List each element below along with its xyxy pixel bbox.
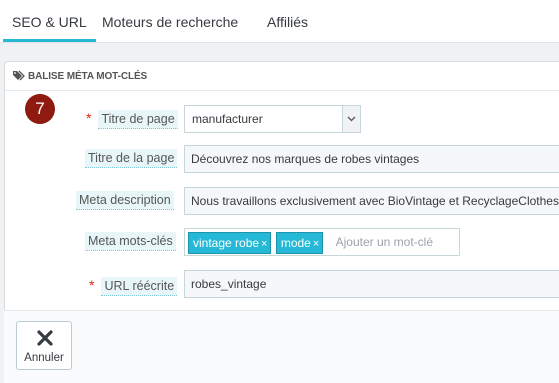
cancel-button[interactable]: Annuler [16,321,72,370]
required-marker: * [86,110,92,126]
page-title-value: Découvrez nos marques de robes vintages [191,152,420,166]
step-badge: 7 [25,94,55,124]
meta-keywords-input[interactable]: vintage robe × mode × Ajouter un mot-clé [184,228,460,256]
chevron-down-icon[interactable] [342,106,360,132]
page-title-input[interactable]: Découvrez nos marques de robes vintages [184,145,559,173]
page-title-label: Titre de la page [85,149,178,168]
page-title-select-label: * Titre de page [86,109,178,129]
panel-title: BALISE MÉTA MOT-CLÉS [28,71,148,82]
meta-description-value: Nous travaillons exclusivement avec BioV… [191,194,559,208]
tab-search-engines[interactable]: Moteurs de recherche [102,0,238,42]
cancel-button-label: Annuler [24,352,64,364]
panel-heading: BALISE MÉTA MOT-CLÉS [5,62,559,91]
tab-bar: SEO & URL Moteurs de recherche Affiliés [0,0,559,43]
tab-seo-url[interactable]: SEO & URL [3,0,96,42]
rewritten-url-input[interactable]: robes_vintage [184,270,559,298]
meta-description-label: Meta description [76,191,174,210]
add-keyword-input[interactable]: Ajouter un mot-clé [336,229,433,255]
rewritten-url-label: * URL réécrite [89,276,178,296]
meta-description-input[interactable]: Nous travaillons exclusivement avec BioV… [184,187,559,215]
keyword-tag: mode × [275,232,324,254]
remove-tag-icon[interactable]: × [313,238,319,250]
remove-tag-icon[interactable]: × [261,238,267,250]
meta-keywords-label: Meta mots-clés [85,232,176,251]
panel-footer: Annuler [4,310,559,383]
close-icon [37,330,53,346]
page-title-select-value: manufacturer [192,112,263,126]
tag-icon [13,70,25,81]
tab-affiliates[interactable]: Affiliés [267,0,308,42]
required-marker: * [89,277,95,293]
keyword-tag: vintage robe × [188,232,272,254]
rewritten-url-value: robes_vintage [191,277,267,291]
page-title-select[interactable]: manufacturer [184,105,361,133]
